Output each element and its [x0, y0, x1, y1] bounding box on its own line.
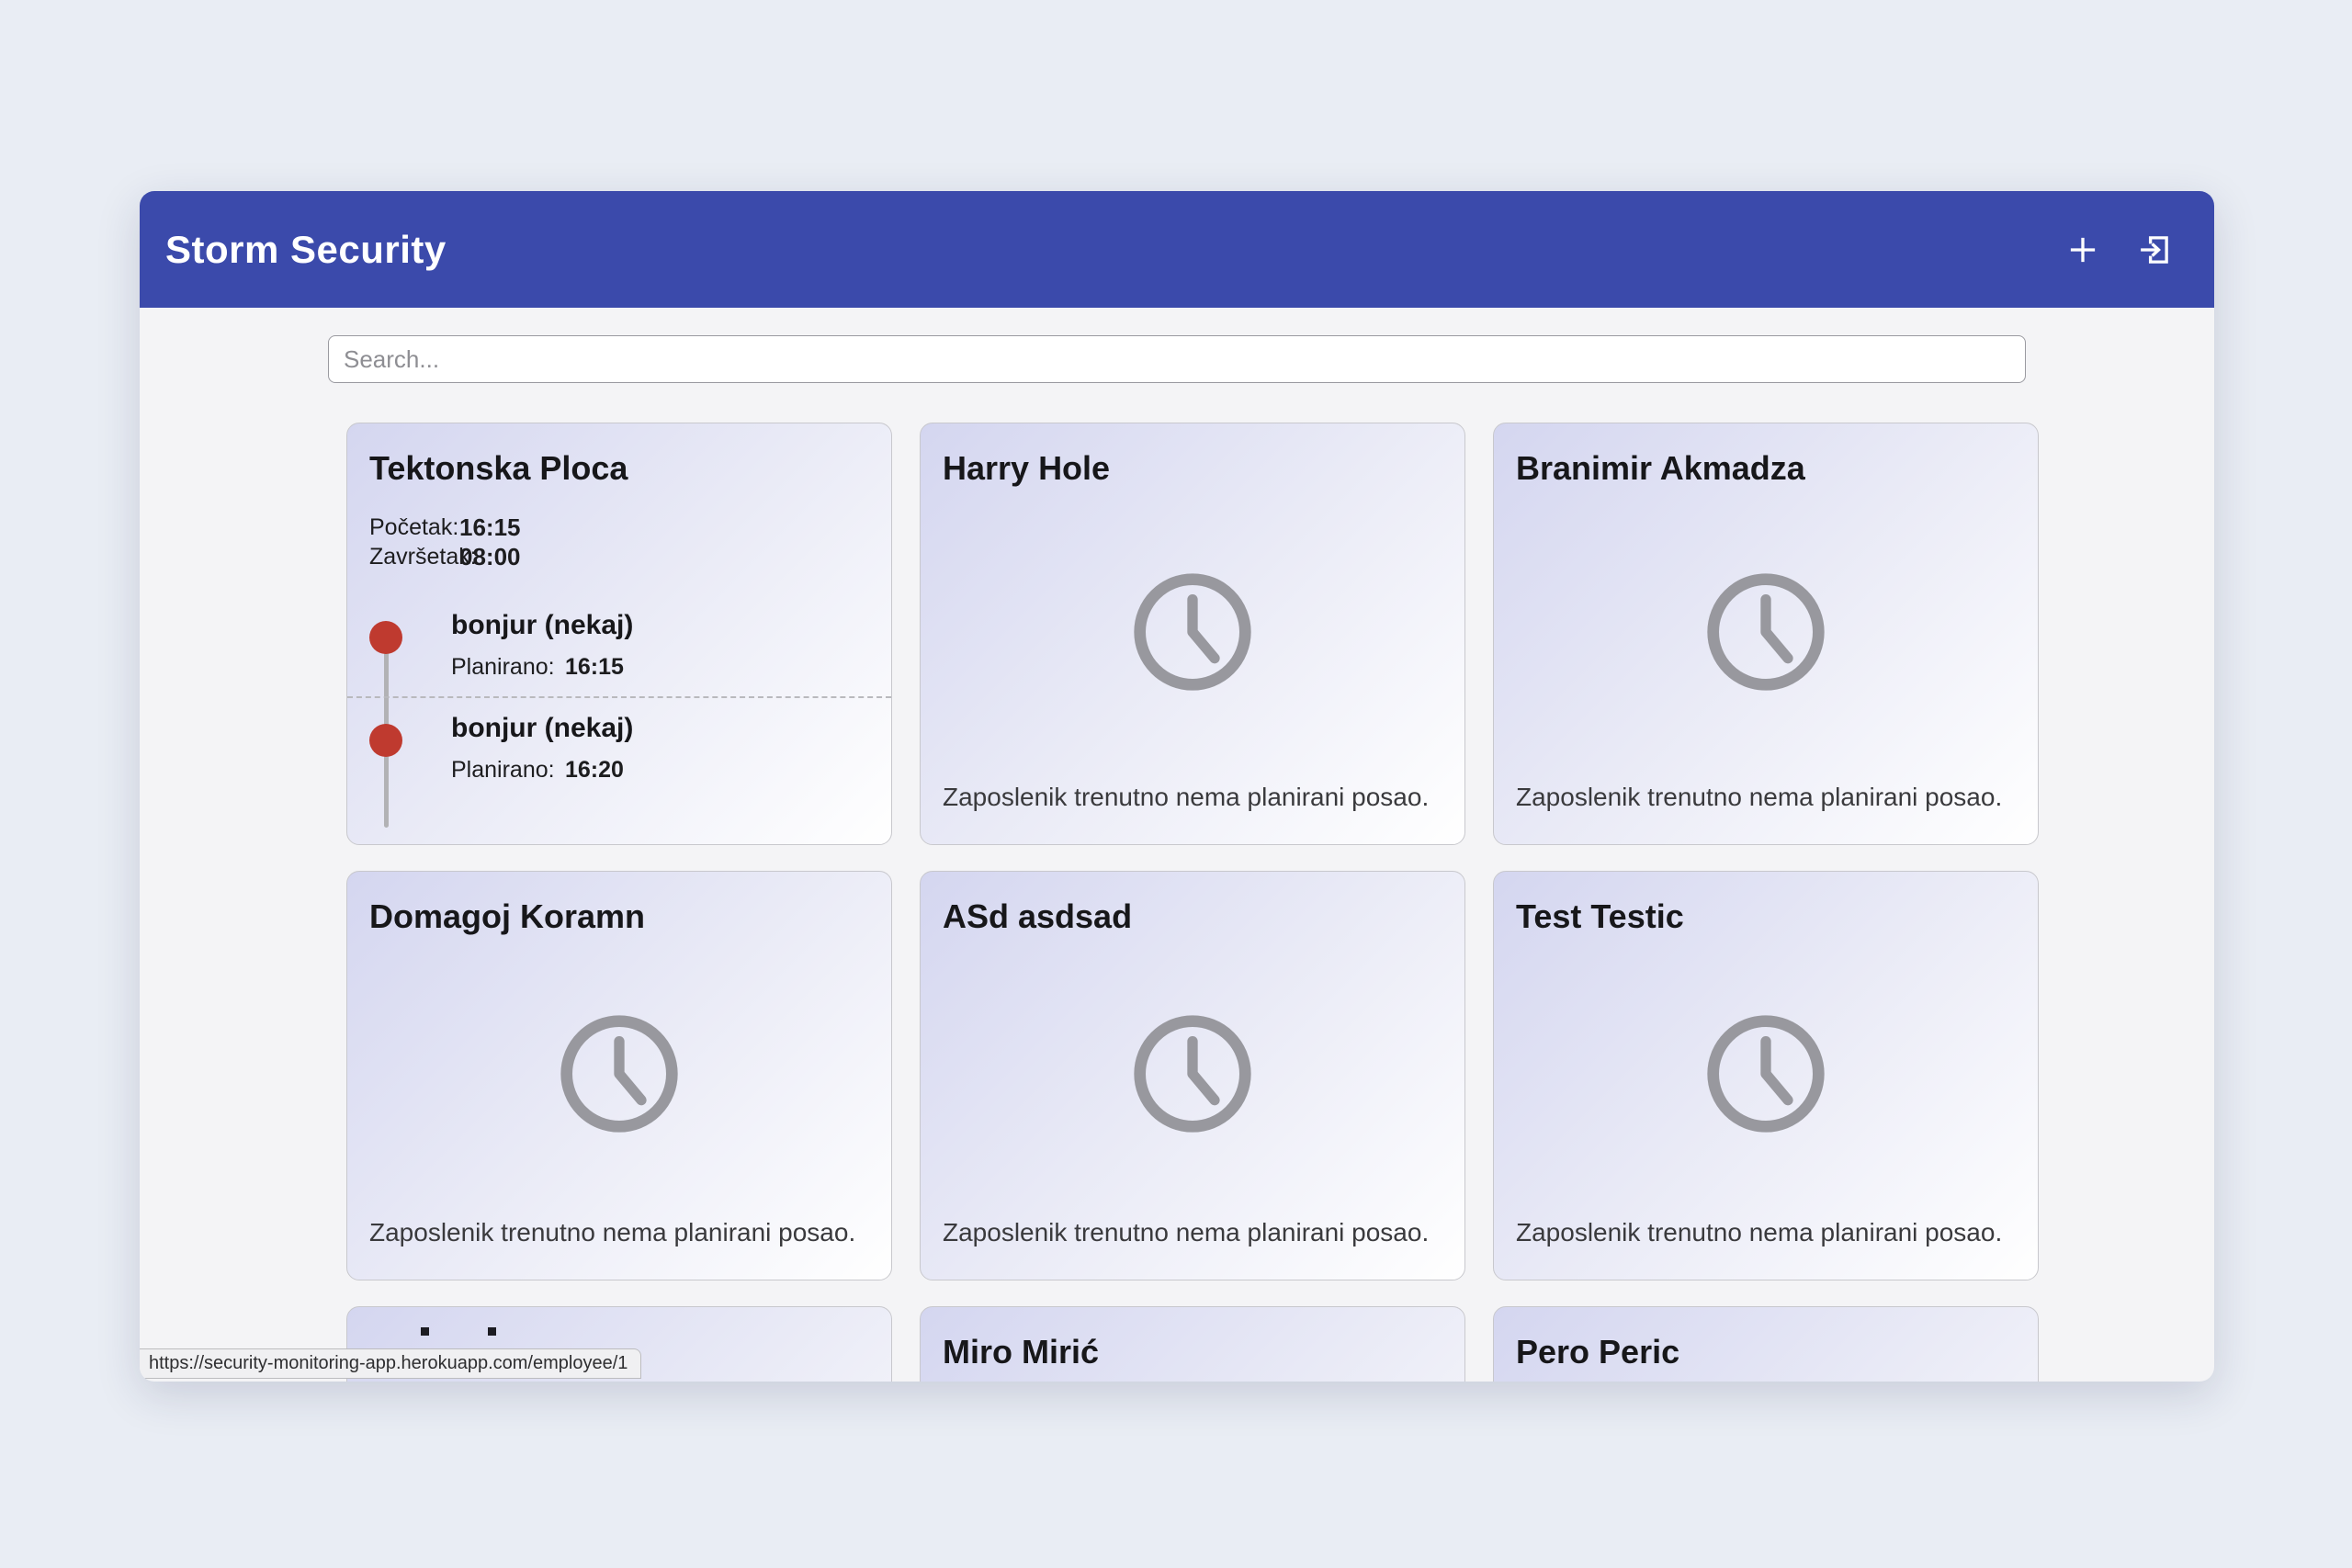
no-work-message: Zaposlenik trenutno nema planirani posao… — [1516, 783, 2003, 811]
main-content: Tektonska Ploca Početak: 16:15 Završetak… — [140, 308, 2214, 1382]
clock-icon — [1692, 1000, 1839, 1152]
logout-icon — [2135, 231, 2174, 269]
task-title: bonjur (nekaj) — [451, 610, 634, 640]
planned-label: Planirano: — [451, 757, 555, 783]
employee-card-harry-hole[interactable]: Harry Hole Zaposlenik trenutno nema plan… — [920, 423, 1465, 845]
clock-icon — [1119, 558, 1266, 710]
app-title: Storm Security — [165, 227, 447, 271]
clock-icon — [1119, 1000, 1266, 1152]
logout-button[interactable] — [2133, 229, 2176, 271]
planned-time: 16:15 — [565, 654, 624, 680]
start-time: 16:15 — [459, 513, 521, 541]
employee-card-miro-miric[interactable]: Miro Mirić — [920, 1306, 1465, 1382]
card-title: Domagoj Koramn — [369, 897, 646, 935]
planned-label: Planirano: — [451, 654, 555, 680]
search-input[interactable] — [328, 335, 2026, 383]
employee-card-pero-peric[interactable]: Pero Peric — [1493, 1306, 2039, 1382]
employee-card-asd-asdsad[interactable]: ASd asdsad Zaposlenik trenutno nema plan… — [920, 871, 1465, 1280]
no-work-message: Zaposlenik trenutno nema planirani posao… — [943, 1218, 1430, 1247]
start-label: Početak: — [369, 514, 459, 540]
card-title: Miro Mirić — [943, 1333, 1100, 1371]
shift-times: Početak: 16:15 Završetak: 08:00 — [369, 513, 869, 571]
obscured-letter-top — [421, 1327, 429, 1336]
status-url-tooltip: https://security-monitoring-app.herokuap… — [140, 1348, 642, 1379]
obscured-letter-top — [488, 1327, 496, 1336]
task-timeline: bonjur (nekaj) Planirano: 16:15 bonjur (… — [347, 608, 891, 828]
employee-card-test-testic[interactable]: Test Testic Zaposlenik trenutno nema pla… — [1493, 871, 2039, 1280]
task-divider — [347, 696, 891, 698]
end-time: 08:00 — [459, 543, 521, 570]
card-title: Test Testic — [1516, 897, 1684, 935]
employee-grid: Tektonska Ploca Početak: 16:15 Završetak… — [346, 423, 2039, 1382]
employee-card-domagoj-koramn[interactable]: Domagoj Koramn Zaposlenik trenutno nema … — [346, 871, 892, 1280]
card-title: Harry Hole — [943, 449, 1111, 487]
timeline-dot-icon — [369, 724, 402, 757]
app-header: Storm Security — [140, 191, 2214, 308]
end-label: Završetak: — [369, 544, 477, 570]
no-work-message: Zaposlenik trenutno nema planirani posao… — [369, 1218, 856, 1247]
no-work-message: Zaposlenik trenutno nema planirani posao… — [1516, 1218, 2003, 1247]
shift-end-row: Završetak: 08:00 — [369, 542, 869, 571]
card-title: ASd asdsad — [943, 897, 1133, 935]
header-actions — [2062, 229, 2176, 271]
employee-card-branimir-akmadza[interactable]: Branimir Akmadza Zaposlenik trenutno nem… — [1493, 423, 2039, 845]
shift-start-row: Početak: 16:15 — [369, 513, 869, 542]
add-button[interactable] — [2062, 229, 2104, 271]
timeline-dot-icon — [369, 621, 402, 654]
employee-card-tektonska-ploca[interactable]: Tektonska Ploca Početak: 16:15 Završetak… — [346, 423, 892, 845]
plus-icon — [2064, 231, 2102, 269]
no-work-message: Zaposlenik trenutno nema planirani posao… — [943, 783, 1430, 811]
clock-icon — [546, 1000, 693, 1152]
planned-time: 16:20 — [565, 757, 624, 783]
card-title: Branimir Akmadza — [1516, 449, 1805, 487]
clock-icon — [1692, 558, 1839, 710]
task-title: bonjur (nekaj) — [451, 713, 634, 743]
card-title: Pero Peric — [1516, 1333, 1680, 1371]
browser-window: Storm Security Search... Tektonska Ploca… — [140, 191, 2214, 1382]
card-title: Tektonska Ploca — [369, 449, 628, 487]
task-item: bonjur (nekaj) Planirano: 16:20 — [369, 711, 869, 784]
task-item: bonjur (nekaj) Planirano: 16:15 — [369, 608, 869, 682]
